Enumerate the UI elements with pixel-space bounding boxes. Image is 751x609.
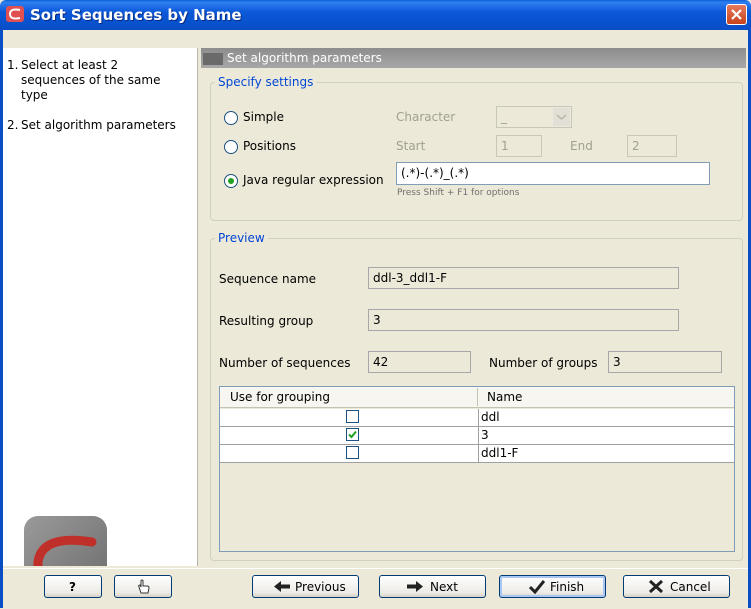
previous-button-label: Previous — [295, 580, 346, 594]
cancel-button[interactable]: Cancel — [623, 575, 730, 598]
table-row: ddl — [220, 409, 734, 427]
positions-label: Positions — [243, 139, 296, 153]
step-2-line-1: Set algorithm parameters — [21, 118, 176, 132]
character-select[interactable]: _ — [496, 106, 572, 128]
section-header-marker — [203, 53, 223, 65]
end-label: End — [570, 139, 593, 153]
step-2-number: 2. — [7, 118, 19, 132]
close-icon — [731, 9, 742, 20]
hand-pointer-icon — [138, 579, 150, 594]
previous-button[interactable]: Previous — [252, 575, 359, 598]
finish-button[interactable]: Finish — [499, 575, 606, 598]
next-button[interactable]: Next — [379, 575, 486, 598]
column-header-name[interactable]: Name — [487, 390, 522, 404]
arrow-left-icon — [274, 581, 290, 592]
character-label: Character — [396, 110, 456, 124]
table-header: Use for grouping Name — [220, 387, 734, 408]
sequence-name-field: ddl-3_ddl1-F — [368, 267, 679, 289]
step-2: 2. Set algorithm parameters — [7, 118, 176, 133]
row-name: ddl1-F — [478, 445, 518, 462]
next-button-label: Next — [430, 580, 458, 594]
number-of-sequences-field: 42 — [368, 351, 471, 373]
specify-settings-legend: Specify settings — [218, 75, 314, 89]
x-icon — [648, 579, 664, 594]
chevron-down-icon — [553, 108, 570, 126]
sequence-name-label: Sequence name — [219, 272, 317, 286]
window-title: Sort Sequences by Name — [30, 6, 242, 24]
number-of-groups-field: 3 — [608, 351, 722, 373]
row-name: 3 — [478, 427, 489, 444]
checkmark-icon — [348, 430, 357, 439]
step-1: 1. Select at least 2 sequences of the sa… — [7, 58, 161, 103]
help-button[interactable]: ? — [44, 575, 102, 598]
start-label: Start — [396, 139, 426, 153]
restore-defaults-button[interactable] — [114, 575, 172, 598]
simple-radio[interactable] — [224, 111, 238, 125]
table-row: ddl1-F — [220, 445, 734, 463]
table-row: 3 — [220, 427, 734, 445]
row-name: ddl — [478, 409, 500, 426]
number-of-groups-label: Number of groups — [489, 356, 598, 370]
regex-radio-selected-dot — [228, 178, 234, 184]
section-header: Set algorithm parameters — [201, 48, 746, 68]
main-content: Set algorithm parameters Specify setting… — [201, 48, 746, 568]
help-button-label: ? — [69, 580, 76, 594]
end-field[interactable]: 2 — [627, 135, 677, 157]
character-value: _ — [501, 110, 507, 124]
start-field[interactable]: 1 — [496, 135, 542, 157]
close-button[interactable] — [726, 4, 747, 25]
title-bar: Sort Sequences by Name — [0, 0, 751, 30]
resulting-group-label: Resulting group — [219, 314, 314, 328]
regex-radio[interactable] — [224, 174, 238, 188]
logo-swoosh-icon — [33, 535, 97, 566]
column-separator — [477, 388, 478, 406]
arrow-right-icon — [407, 581, 423, 592]
app-logo-icon — [6, 6, 24, 22]
step-1-line-1: Select at least 2 — [21, 58, 119, 72]
step-1-number: 1. — [7, 58, 19, 72]
column-header-use-for-grouping[interactable]: Use for grouping — [230, 390, 330, 404]
regex-input[interactable]: (.*)-(.*)_(.*) — [396, 162, 710, 185]
button-bar: ? Previous Next Finish Cancel — [3, 568, 748, 609]
regex-label: Java regular expression — [243, 173, 384, 187]
regex-hint: Press Shift + F1 for options — [397, 188, 520, 198]
steps-panel: 1. Select at least 2 sequences of the sa… — [3, 48, 198, 566]
step-1-line-2: sequences of the same — [21, 73, 161, 87]
finish-button-label: Finish — [550, 580, 585, 594]
preview-legend: Preview — [218, 231, 265, 245]
simple-label: Simple — [243, 110, 284, 124]
positions-radio[interactable] — [224, 140, 238, 154]
use-for-grouping-checkbox[interactable] — [346, 428, 359, 441]
step-1-line-3: type — [21, 88, 48, 102]
checkmark-icon — [529, 580, 545, 594]
section-title: Set algorithm parameters — [227, 51, 382, 65]
grouping-table: Use for grouping Name ddl 3 ddl1-F — [219, 386, 735, 552]
number-of-sequences-label: Number of sequences — [219, 356, 351, 370]
cancel-button-label: Cancel — [670, 580, 711, 594]
resulting-group-field: 3 — [368, 309, 679, 331]
clc-logo — [24, 516, 107, 566]
use-for-grouping-checkbox[interactable] — [346, 446, 359, 459]
use-for-grouping-checkbox[interactable] — [346, 410, 359, 423]
